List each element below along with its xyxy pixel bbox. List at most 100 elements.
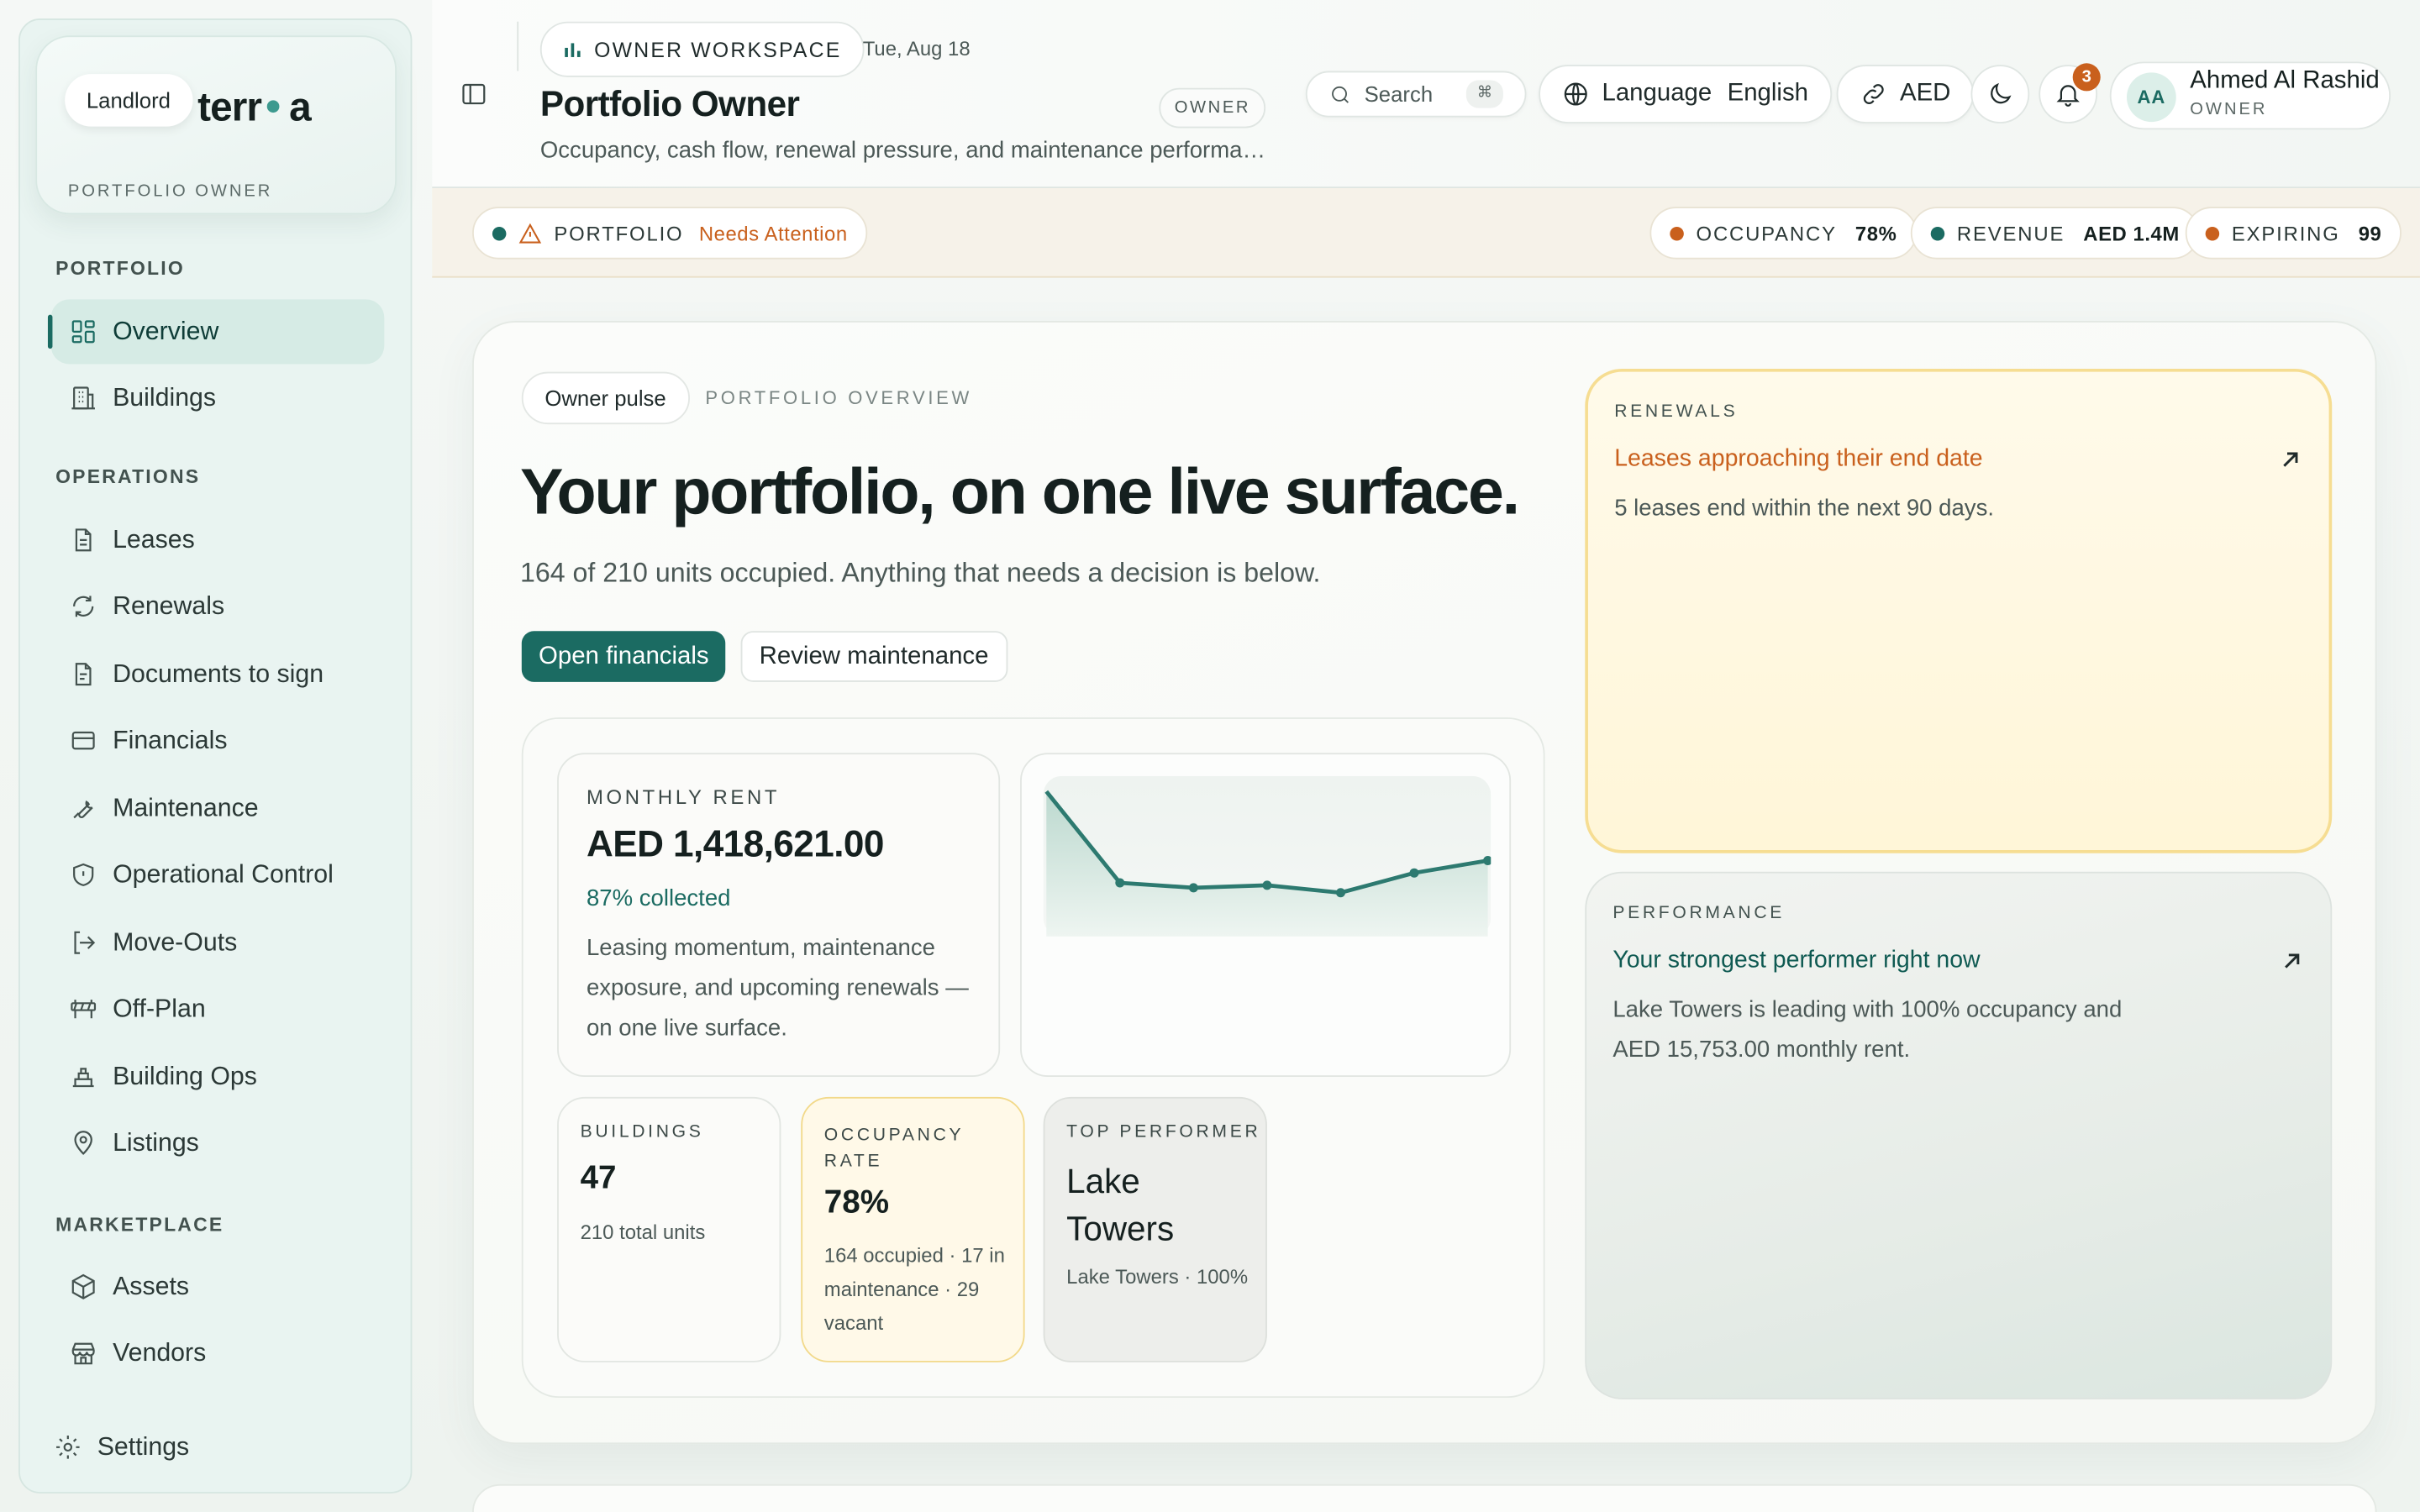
rent-description: Leasing momentum, maintenance exposure, … xyxy=(586,935,969,1042)
sidebar-item-buildings[interactable]: Buildings xyxy=(51,365,385,430)
user-role: OWNER xyxy=(2190,100,2268,119)
portfolio-status-pill[interactable]: PORTFOLIO Needs Attention xyxy=(472,207,868,260)
role-tag: OWNER xyxy=(1159,87,1266,129)
buildings-stat-card[interactable]: BUILDINGS 47 210 total units xyxy=(557,1096,781,1362)
theme-toggle-button[interactable] xyxy=(1970,65,2030,123)
sidebar-item-assets[interactable]: Assets xyxy=(51,1254,385,1319)
language-select[interactable]: Language English xyxy=(1539,65,1832,123)
sidebar-item-operational-control[interactable]: Operational Control xyxy=(51,843,385,907)
nav-section-portfolio: PORTFOLIO xyxy=(55,257,185,280)
topbar: OWNER WORKSPACE Tue, Aug 18 Portfolio Ow… xyxy=(432,0,2420,189)
overview-panel: Owner pulse PORTFOLIO OVERVIEW Your port… xyxy=(472,321,2377,1445)
top-performer-detail: Lake Towers · 100% xyxy=(1066,1265,1249,1289)
performance-title: Your strongest performer right now xyxy=(1612,947,1981,974)
metric-value: 78% xyxy=(1854,221,1897,245)
search-input[interactable]: Search ⌘ xyxy=(1305,71,1527,118)
sidebar-item-documents-to-sign[interactable]: Documents to sign xyxy=(51,642,385,706)
performance-card[interactable]: PERFORMANCE Your strongest performer rig… xyxy=(1585,871,2333,1399)
sidebar-item-financials[interactable]: Financials xyxy=(51,708,385,773)
metric-value: 99 xyxy=(2358,221,2382,245)
overview-label: PORTFOLIO OVERVIEW xyxy=(705,387,972,409)
trend-point xyxy=(1409,868,1419,878)
occupancy-breakdown: 164 occupied · 17 in maintenance · 29 va… xyxy=(823,1243,1005,1335)
app-root: Landlord terr a PORTFOLIO OWNER PORTFOLIO… xyxy=(0,0,2420,1512)
sidebar-item-label: Documents to sign xyxy=(113,659,324,688)
user-name: Ahmed Al Rashid xyxy=(2190,67,2380,95)
sidebar-toggle-button[interactable] xyxy=(454,77,494,111)
barrier-icon xyxy=(71,1000,97,1019)
wrench-icon xyxy=(73,801,93,819)
grid-icon xyxy=(71,320,95,344)
role-switch-pill[interactable]: Landlord xyxy=(65,74,192,127)
sidebar-item-leases[interactable]: Leases xyxy=(51,507,385,572)
review-maintenance-button[interactable]: Review maintenance xyxy=(740,631,1007,682)
current-date: Tue, Aug 18 xyxy=(862,37,971,60)
metric-label: REVENUE xyxy=(1956,221,2065,245)
sidebar-item-settings[interactable]: Settings xyxy=(35,1415,369,1479)
workspace-pill[interactable]: OWNER WORKSPACE xyxy=(539,21,865,77)
search-placeholder: Search xyxy=(1364,81,1434,107)
brand-card: Landlord terr a PORTFOLIO OWNER xyxy=(35,35,397,215)
shield-icon xyxy=(73,863,94,886)
portfolio-status: Needs Attention xyxy=(698,221,848,245)
workspace-label: OWNER WORKSPACE xyxy=(594,37,842,61)
top-performer-card[interactable]: TOP PERFORMER Lake Towers Lake Towers · … xyxy=(1043,1096,1267,1362)
occupancy-stat-card[interactable]: OCCUPANCY RATE 78% 164 occupied · 17 in … xyxy=(801,1096,1025,1362)
sidebar-item-listings[interactable]: Listings xyxy=(51,1110,385,1175)
renewals-card[interactable]: RENEWALS Leases approaching their end da… xyxy=(1585,368,2333,853)
sidebar-item-move-outs[interactable]: Move-Outs xyxy=(51,911,385,975)
sidebar-item-label: Off-Plan xyxy=(113,994,206,1022)
page-title: Portfolio Owner xyxy=(539,83,800,123)
exit-icon xyxy=(74,931,96,954)
sidebar-item-label: Operational Control xyxy=(113,859,334,889)
link-icon xyxy=(1863,84,1884,104)
page-subtitle: Occupancy, cash flow, renewal pressure, … xyxy=(539,137,1266,164)
next-section-card xyxy=(472,1483,2377,1512)
sidebar-item-maintenance[interactable]: Maintenance xyxy=(51,776,385,841)
box-icon xyxy=(71,1273,95,1299)
currency-select[interactable]: AED xyxy=(1836,65,1974,123)
bar-chart-icon xyxy=(565,43,581,57)
warning-icon xyxy=(518,222,542,243)
search-icon xyxy=(1332,85,1349,102)
sidebar-item-label: Buildings xyxy=(113,383,217,412)
building-icon xyxy=(71,386,95,410)
trend-point xyxy=(1262,880,1272,890)
metric-label: EXPIRING xyxy=(2231,221,2340,245)
buildings-count: 47 xyxy=(580,1160,617,1196)
nav-section-marketplace: MARKETPLACE xyxy=(55,1214,224,1236)
trend-point xyxy=(1188,883,1198,893)
expiring-metric-pill[interactable]: EXPIRING 99 xyxy=(2185,207,2402,260)
currency-value: AED xyxy=(1899,80,1951,107)
sidebar-item-label: Vendors xyxy=(113,1338,207,1367)
hero-subtitle: 164 of 210 units occupied. Anything that… xyxy=(519,557,1321,588)
sidebar-item-label: Leases xyxy=(113,525,195,554)
avatar: AA xyxy=(2126,72,2176,123)
sidebar-panel-icon xyxy=(462,83,486,105)
total-units: 210 total units xyxy=(580,1220,706,1244)
document-icon xyxy=(75,528,92,552)
sidebar-item-building-ops[interactable]: Building Ops xyxy=(51,1044,385,1109)
portfolio-label: PORTFOLIO xyxy=(554,221,684,245)
gear-icon xyxy=(56,1436,80,1459)
user-menu[interactable]: AA Ahmed Al Rashid OWNER xyxy=(2109,61,2391,130)
sidebar-item-off-plan[interactable]: Off-Plan xyxy=(51,977,385,1042)
occupancy-metric-pill[interactable]: OCCUPANCY 78% xyxy=(1649,207,1918,260)
sidebar-item-overview[interactable]: Overview xyxy=(47,299,385,365)
rent-trend-chart xyxy=(1043,775,1491,937)
sidebar-item-vendors[interactable]: Vendors xyxy=(51,1320,385,1385)
sidebar-item-renewals[interactable]: Renewals xyxy=(51,574,385,638)
open-financials-button[interactable]: Open financials xyxy=(521,631,726,682)
language-label: Language xyxy=(1602,80,1712,107)
card-label: OCCUPANCY RATE xyxy=(823,1126,964,1172)
arrow-up-right-icon xyxy=(2283,452,2298,467)
trend-point xyxy=(1335,888,1345,898)
card-label: PERFORMANCE xyxy=(1612,904,1786,923)
card-label: RENEWALS xyxy=(1614,402,1739,422)
card-icon xyxy=(71,731,95,750)
monthly-rent-card[interactable]: MONTHLY RENT AED 1,418,621.00 87% collec… xyxy=(557,753,1001,1078)
renewals-description: 5 leases end within the next 90 days. xyxy=(1614,495,1995,522)
revenue-metric-pill[interactable]: REVENUE AED 1.4M xyxy=(1910,207,2200,260)
hero-heading: Your portfolio, on one live surface. xyxy=(519,454,1520,528)
sidebar-item-label: Financials xyxy=(113,726,228,754)
